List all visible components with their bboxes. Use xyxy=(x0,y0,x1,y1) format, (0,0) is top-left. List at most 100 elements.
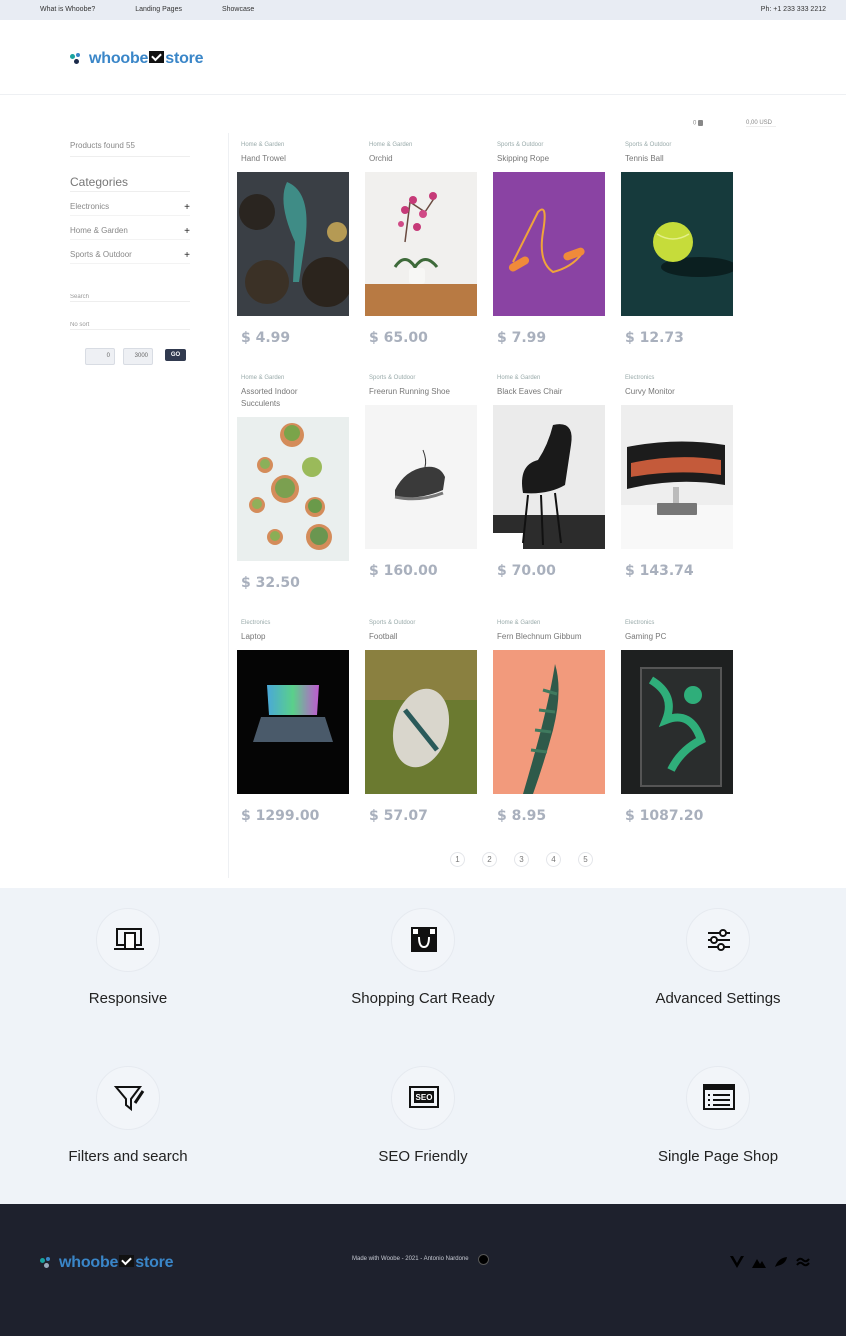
product-card[interactable]: Electronics Laptop $ 1299.00 xyxy=(237,619,353,824)
nuxt-icon[interactable] xyxy=(752,1255,766,1268)
product-category: Sports & Outdoor xyxy=(497,142,544,148)
product-name[interactable]: Assorted Indoor Succulents xyxy=(241,386,321,410)
product-card[interactable]: Home & Garden Assorted Indoor Succulents… xyxy=(237,374,353,591)
product-image[interactable] xyxy=(493,650,605,794)
product-image[interactable] xyxy=(493,405,605,549)
product-price: $ 160.00 xyxy=(369,563,438,579)
category-sports-outdoor[interactable]: Sports & Outdoor + xyxy=(70,250,190,264)
product-name[interactable]: Laptop xyxy=(241,631,353,643)
feature-advanced-settings: Advanced Settings xyxy=(598,908,838,1007)
product-price: $ 8.95 xyxy=(497,808,547,824)
nav-link-what-is-whoobe[interactable]: What is Whoobe? xyxy=(40,6,95,13)
product-image[interactable] xyxy=(621,405,733,549)
go-button[interactable]: GO xyxy=(165,349,186,361)
category-electronics[interactable]: Electronics + xyxy=(70,202,190,216)
product-card[interactable]: Electronics Gaming PC $ 1087.20 xyxy=(621,619,737,824)
plus-icon[interactable]: + xyxy=(184,202,190,213)
features-section: Responsive Shopping Cart Ready Advanced … xyxy=(0,888,846,1204)
search-input[interactable]: Search xyxy=(70,294,190,302)
product-category: Home & Garden xyxy=(497,620,541,626)
feature-label: SEO Friendly xyxy=(378,1148,468,1165)
product-name[interactable]: Hand Trowel xyxy=(241,153,353,165)
nav-link-showcase[interactable]: Showcase xyxy=(222,6,254,13)
feature-single-page: Single Page Shop xyxy=(598,1066,838,1165)
footer-logo[interactable]: whoobe store xyxy=(40,1254,174,1272)
product-image[interactable] xyxy=(365,650,477,794)
product-image[interactable] xyxy=(237,650,349,794)
seo-icon: SEO xyxy=(391,1066,455,1130)
product-image[interactable] xyxy=(621,172,733,316)
product-card[interactable]: Electronics Curvy Monitor $ 143.74 xyxy=(621,374,737,579)
product-category: Sports & Outdoor xyxy=(369,620,416,626)
product-card[interactable]: Sports & Outdoor Skipping Rope $ 7.99 xyxy=(493,141,609,346)
feather-icon[interactable] xyxy=(774,1255,788,1267)
product-price: $ 32.50 xyxy=(241,575,300,591)
nav-link-landing-pages[interactable]: Landing Pages xyxy=(135,6,182,13)
category-home-garden[interactable]: Home & Garden + xyxy=(70,226,190,240)
vue-icon[interactable] xyxy=(730,1255,744,1268)
product-name[interactable]: Freerun Running Shoe xyxy=(369,386,481,398)
logo-text-left: whoobe xyxy=(59,1254,119,1271)
svg-text:SEO: SEO xyxy=(416,1093,433,1102)
product-price: $ 70.00 xyxy=(497,563,556,579)
product-price: $ 1299.00 xyxy=(241,808,320,824)
price-min-input[interactable]: 0 xyxy=(85,348,115,365)
product-name[interactable]: Gaming PC xyxy=(625,631,737,643)
page-button-2[interactable]: 2 xyxy=(482,852,497,867)
feature-label: Advanced Settings xyxy=(655,990,781,1007)
product-image[interactable] xyxy=(237,172,349,316)
product-price: $ 65.00 xyxy=(369,330,428,346)
product-image[interactable] xyxy=(365,405,477,549)
product-category: Electronics xyxy=(625,375,655,381)
product-card[interactable]: Home & Garden Orchid $ 65.00 xyxy=(365,141,481,346)
feature-responsive: Responsive xyxy=(8,908,248,1007)
feature-label: Responsive xyxy=(88,990,168,1007)
page-button-3[interactable]: 3 xyxy=(514,852,529,867)
product-image[interactable] xyxy=(365,172,477,316)
page-button-4[interactable]: 4 xyxy=(546,852,561,867)
bag-icon xyxy=(698,120,704,126)
product-card[interactable]: Sports & Outdoor Freerun Running Shoe $ … xyxy=(365,374,481,579)
product-price: $ 143.74 xyxy=(625,563,694,579)
page-button-5[interactable]: 5 xyxy=(578,852,593,867)
plus-icon[interactable]: + xyxy=(184,226,190,237)
product-card[interactable]: Sports & Outdoor Tennis Ball $ 12.73 xyxy=(621,141,737,346)
product-card[interactable]: Sports & Outdoor Football $ 57.07 xyxy=(365,619,481,824)
sliders-icon xyxy=(686,908,750,972)
filter-icon xyxy=(96,1066,160,1130)
feature-label: Single Page Shop xyxy=(657,1148,779,1165)
content-divider xyxy=(228,133,229,878)
price-max-input[interactable]: 3000 xyxy=(123,348,153,365)
product-image[interactable] xyxy=(237,417,349,561)
product-name[interactable]: Tennis Ball xyxy=(625,153,737,165)
product-name[interactable]: Skipping Rope xyxy=(497,153,609,165)
brand-logo[interactable]: whoobe store xyxy=(70,50,204,68)
feature-label: Filters and search xyxy=(68,1148,188,1165)
product-card[interactable]: Home & Garden Black Eaves Chair $ 70.00 xyxy=(493,374,609,579)
envelope-icon xyxy=(149,51,165,63)
page-button-1[interactable]: 1 xyxy=(450,852,465,867)
product-name[interactable]: Orchid xyxy=(369,153,481,165)
tailwind-icon[interactable] xyxy=(796,1255,810,1267)
logo-text-right: store xyxy=(165,50,204,67)
product-name[interactable]: Curvy Monitor xyxy=(625,386,737,398)
devices-icon xyxy=(96,908,160,972)
categories-title: Categories xyxy=(70,175,190,192)
product-card[interactable]: Home & Garden Hand Trowel $ 4.99 xyxy=(237,141,353,346)
filters-sidebar: Products found 55 Categories Electronics… xyxy=(70,133,190,330)
github-icon[interactable] xyxy=(478,1254,489,1265)
logo-text-left: whoobe xyxy=(89,50,149,67)
sort-select[interactable]: No sort xyxy=(70,322,190,330)
product-name[interactable]: Black Eaves Chair xyxy=(497,386,609,398)
product-name[interactable]: Fern Blechnum Gibbum xyxy=(497,631,609,643)
product-image[interactable] xyxy=(493,172,605,316)
product-category: Home & Garden xyxy=(241,142,285,148)
product-price: $ 1087.20 xyxy=(625,808,704,824)
product-price: $ 7.99 xyxy=(497,330,547,346)
product-name[interactable]: Football xyxy=(369,631,481,643)
product-image[interactable] xyxy=(621,650,733,794)
cart-count[interactable]: 0 xyxy=(693,120,704,127)
browser-list-icon xyxy=(686,1066,750,1130)
plus-icon[interactable]: + xyxy=(184,250,190,261)
product-card[interactable]: Home & Garden Fern Blechnum Gibbum $ 8.9… xyxy=(493,619,609,824)
